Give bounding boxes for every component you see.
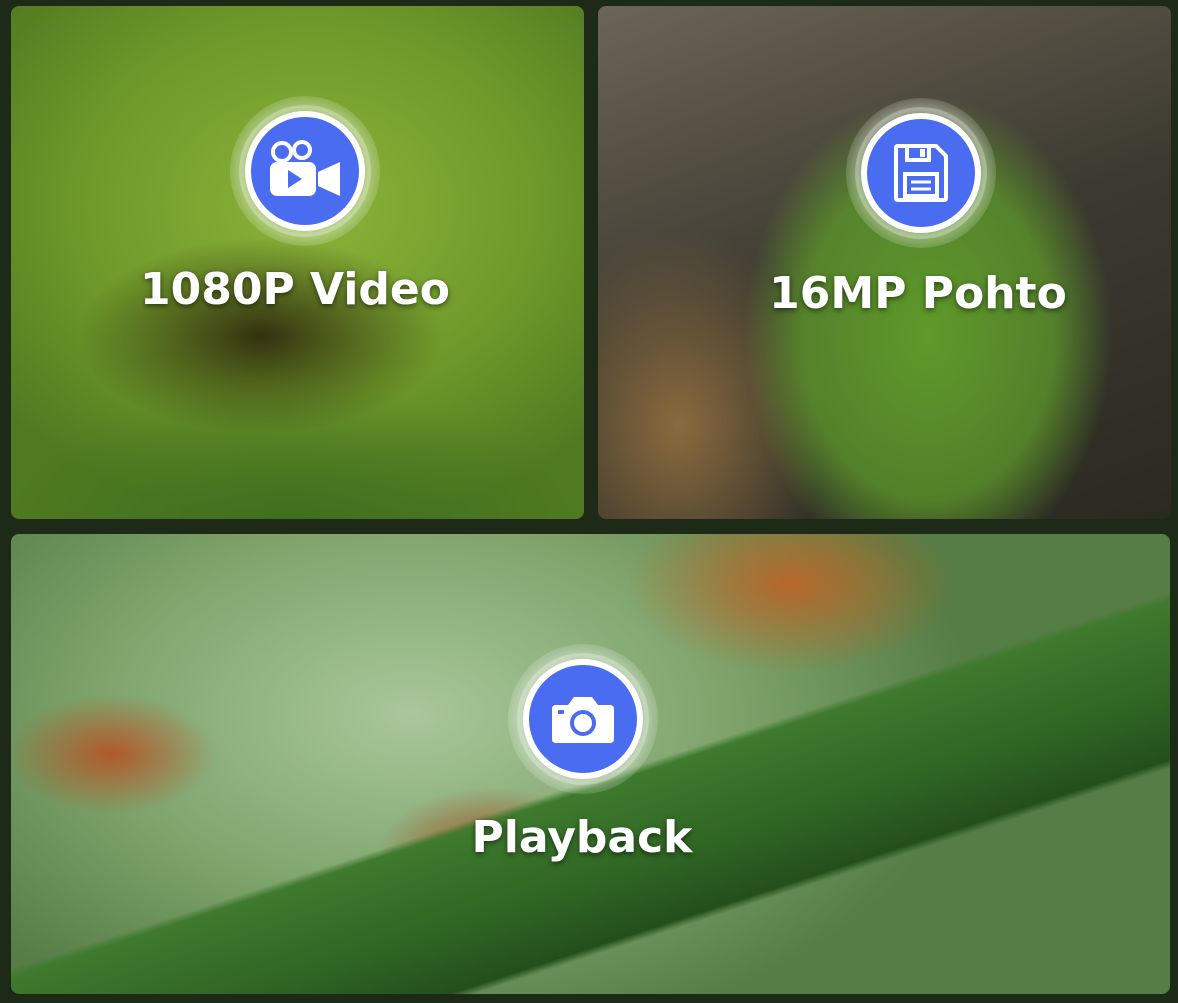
photo-feature-badge (846, 98, 996, 248)
photo-feature-label: 16MP Pohto (769, 268, 1067, 319)
ants-photo-tile: Playback (11, 534, 1170, 994)
video-feature-label: 1080P Video (140, 264, 450, 315)
wasp-photo-tile: 1080P Video (11, 6, 584, 519)
playback-feature-label: Playback (471, 812, 693, 863)
video-camera-icon (270, 140, 340, 196)
lizard-photo-tile: 16MP Pohto (598, 6, 1171, 519)
floppy-disk-icon (894, 144, 948, 202)
playback-feature-badge (508, 644, 658, 794)
video-feature-badge (230, 96, 380, 246)
camera-icon (552, 697, 614, 743)
